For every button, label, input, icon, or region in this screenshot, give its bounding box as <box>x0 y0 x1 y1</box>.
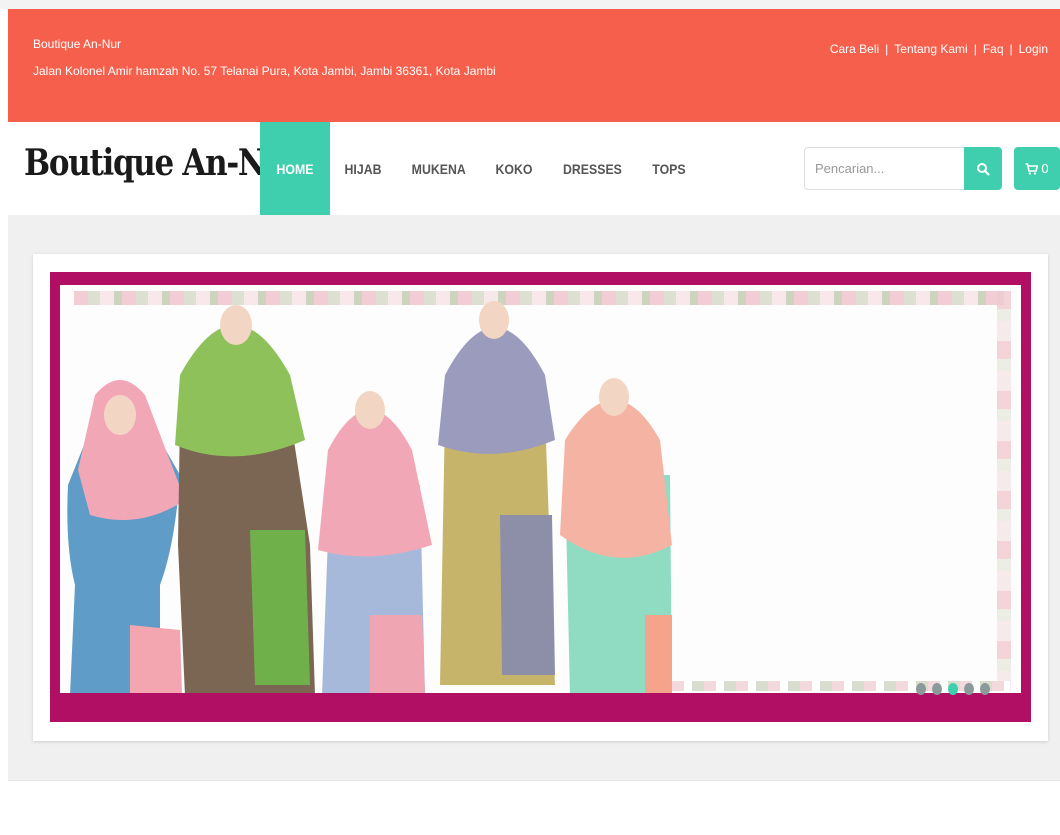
image-slider <box>33 254 1048 741</box>
link-tentang-kami[interactable]: Tentang Kami <box>894 42 967 56</box>
link-separator: | <box>885 42 889 56</box>
cart-count: 0 <box>1041 161 1049 176</box>
menu-label: HOME <box>276 160 314 177</box>
hero-section <box>8 215 1060 780</box>
top-info-bar: Boutique An-Nur Jalan Kolonel Amir hamza… <box>8 9 1060 122</box>
shop-name: Boutique An-Nur <box>33 37 122 51</box>
slider-banner[interactable] <box>50 272 1031 722</box>
slider-dot[interactable] <box>916 683 926 695</box>
model-figure <box>560 378 672 695</box>
cart-button[interactable]: 0 <box>1014 147 1060 190</box>
link-cara-beli[interactable]: Cara Beli <box>830 42 879 56</box>
model-figure <box>175 305 315 695</box>
slider-pagination <box>916 683 990 695</box>
slider-dot[interactable] <box>980 683 990 695</box>
menu-item-mukena[interactable]: MUKENA <box>401 122 476 215</box>
top-links: Cara Beli | Tentang Kami | Faq | Login <box>830 42 1048 56</box>
link-faq[interactable]: Faq <box>983 42 1004 56</box>
banner-bottom-border <box>60 693 1021 703</box>
link-separator: | <box>973 42 977 56</box>
search-button[interactable] <box>964 147 1002 190</box>
link-separator: | <box>1009 42 1013 56</box>
top-strip <box>0 0 1060 9</box>
menu-item-dresses[interactable]: DRESSES <box>553 122 633 215</box>
menu-item-tops[interactable]: TOPS <box>642 122 696 215</box>
model-figure <box>438 301 555 685</box>
menu-item-home[interactable]: HOME <box>260 122 330 215</box>
content-section <box>8 780 1060 835</box>
search-icon <box>977 162 990 175</box>
main-navbar: Boutique An-Nur HOME HIJAB MUKENA KOKO D… <box>8 122 1060 216</box>
banner-photo <box>67 301 672 695</box>
shop-address: Jalan Kolonel Amir hamzah No. 57 Telanai… <box>33 64 496 78</box>
search-input[interactable] <box>804 147 964 190</box>
model-figure <box>67 380 185 695</box>
slider-dot-active[interactable] <box>948 683 958 695</box>
slider-dot[interactable] <box>964 683 974 695</box>
menu-item-koko[interactable]: KOKO <box>485 122 543 215</box>
slider-dot[interactable] <box>932 683 942 695</box>
link-login[interactable]: Login <box>1019 42 1048 56</box>
menu-item-hijab[interactable]: HIJAB <box>334 122 392 215</box>
main-menu: HOME HIJAB MUKENA KOKO DRESSES TOPS <box>260 122 700 215</box>
banner-image-frame <box>60 285 1021 703</box>
shopping-cart-icon <box>1025 162 1039 175</box>
model-figure <box>318 391 432 695</box>
